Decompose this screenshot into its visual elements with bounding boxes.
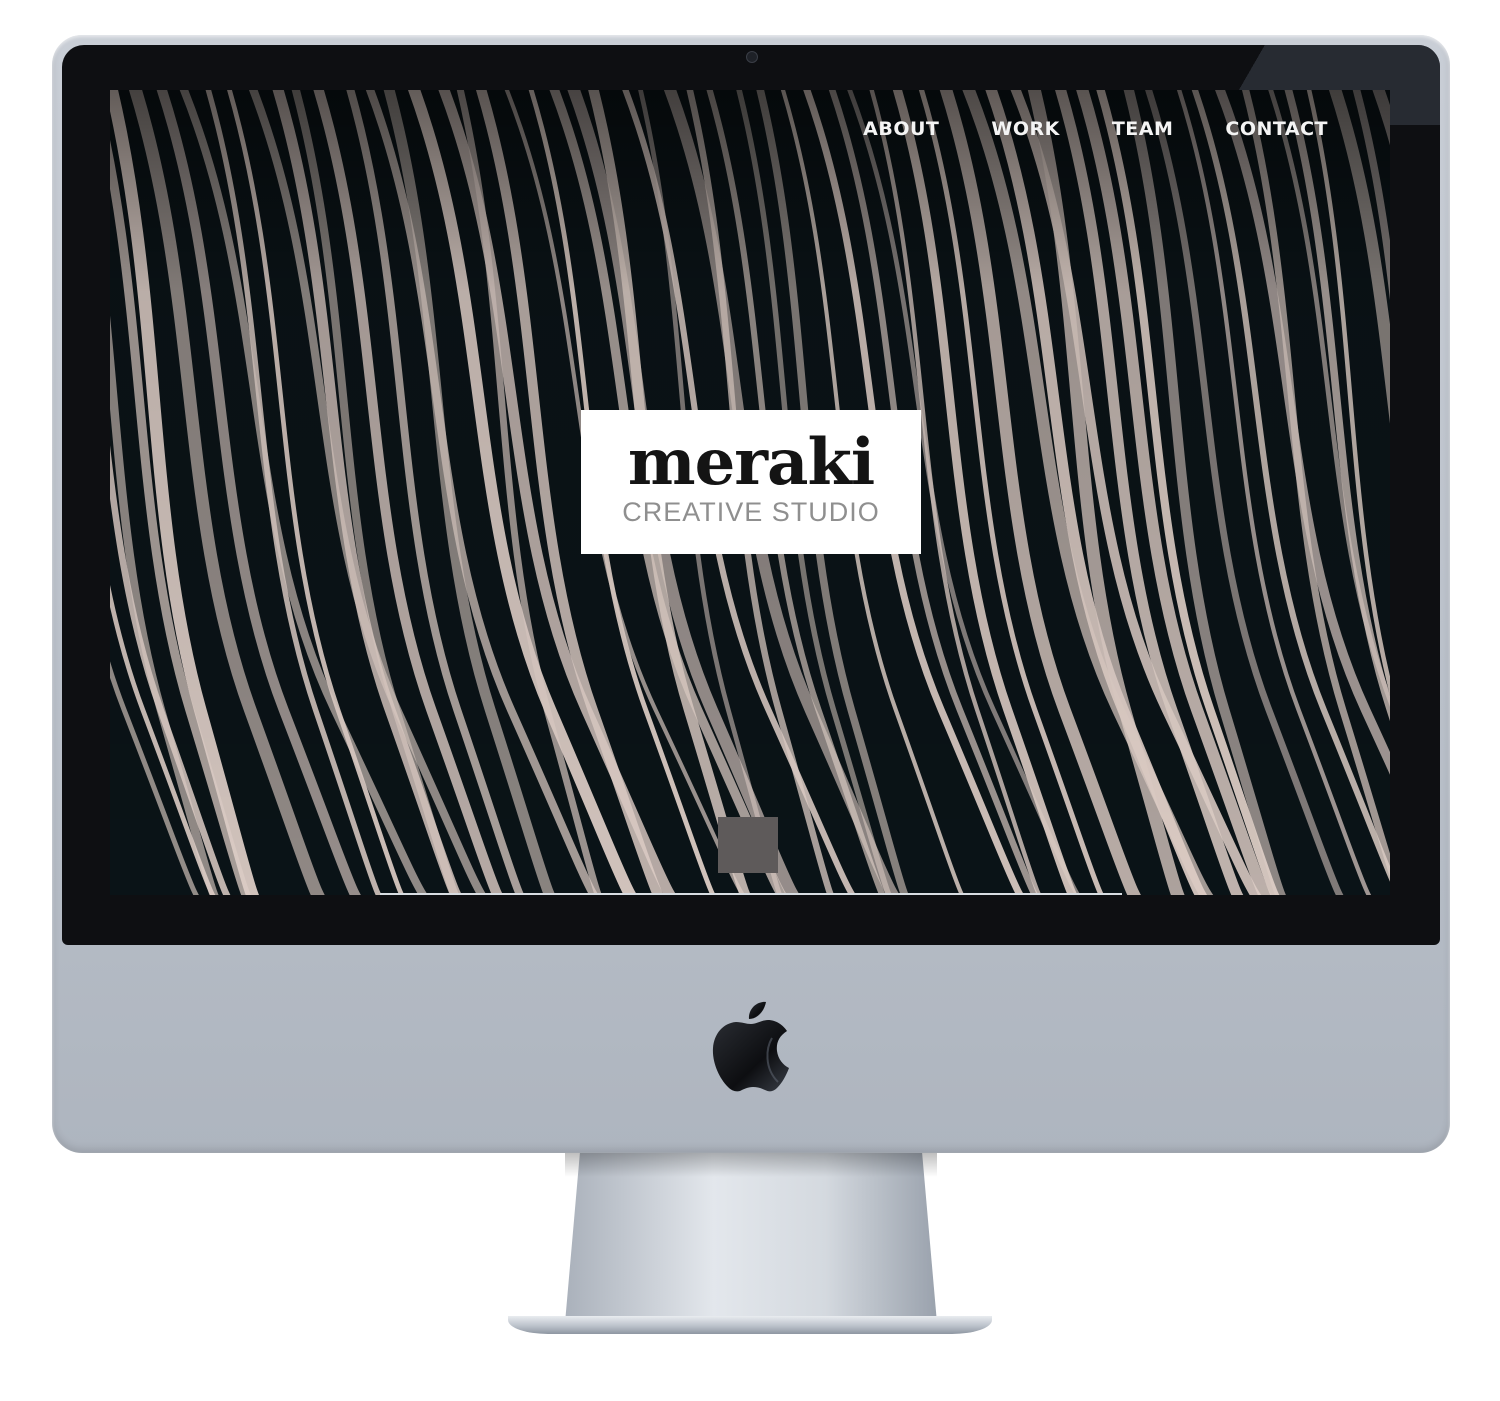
webcam-icon <box>746 51 758 63</box>
screen-bottom-edge <box>380 893 1122 895</box>
main-nav: ABOUT WORK TEAM CONTACT <box>811 118 1328 140</box>
nav-about[interactable]: ABOUT <box>863 118 939 140</box>
stand-shadow <box>565 1153 937 1177</box>
nav-work[interactable]: WORK <box>991 118 1059 140</box>
nav-team[interactable]: TEAM <box>1112 118 1174 140</box>
imac-stand-base <box>508 1316 992 1334</box>
imac-stand <box>565 1153 937 1323</box>
website-screen: ABOUT WORK TEAM CONTACT meraki CREATIVE … <box>110 90 1390 895</box>
brand-logo[interactable]: meraki CREATIVE STUDIO <box>581 410 921 554</box>
apple-logo-icon <box>712 1001 789 1092</box>
logo-tagline: CREATIVE STUDIO <box>622 496 880 527</box>
logo-wordmark: meraki <box>627 424 875 500</box>
scroll-down-button[interactable] <box>718 817 778 873</box>
nav-contact[interactable]: CONTACT <box>1225 118 1328 140</box>
